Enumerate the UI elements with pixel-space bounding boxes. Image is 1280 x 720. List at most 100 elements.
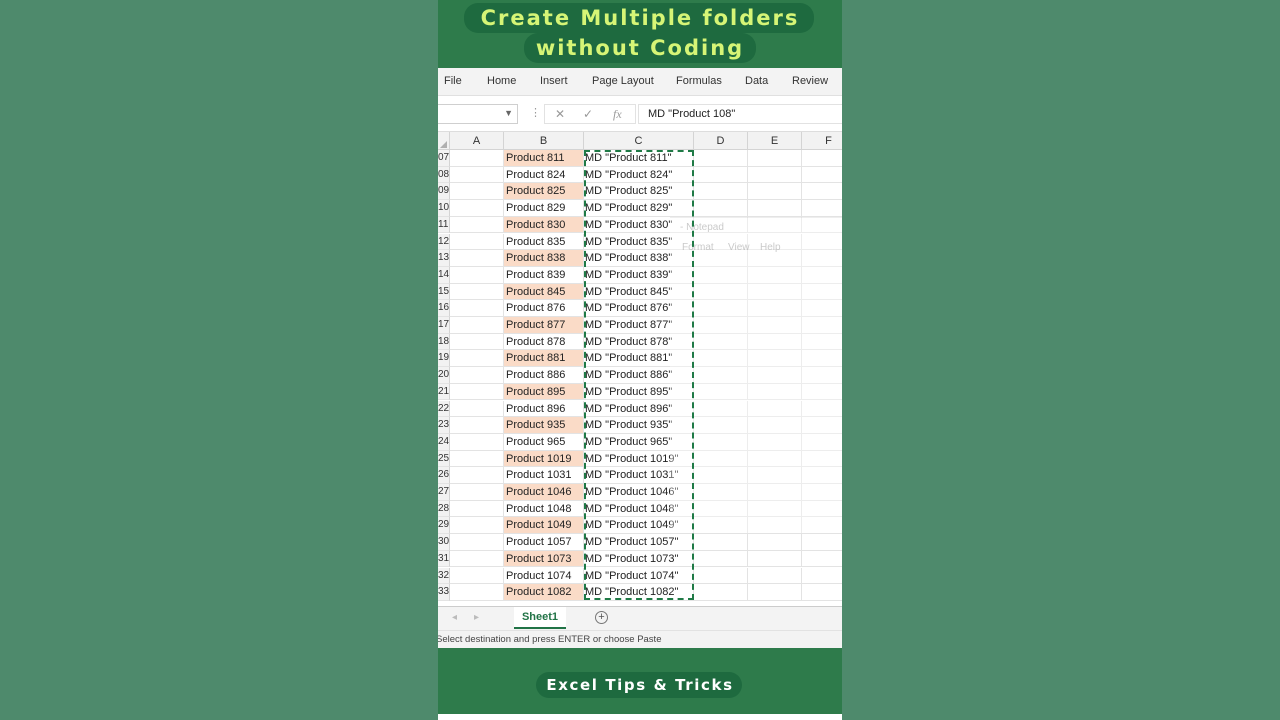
cell-d[interactable] [694, 534, 748, 551]
cell-f[interactable] [802, 200, 842, 217]
row-number[interactable]: 26 [438, 467, 450, 484]
row-number[interactable]: 10 [438, 200, 450, 217]
cell-b[interactable]: Product 1031 [504, 467, 584, 484]
spreadsheet-grid[interactable]: A B C D E F 07 Product 811 MD "Product 811… [438, 132, 842, 606]
select-all-corner[interactable] [438, 132, 450, 150]
cell-a[interactable] [450, 300, 504, 317]
cell-b[interactable]: Product 896 [504, 400, 584, 418]
cell-a[interactable] [450, 266, 504, 284]
cell-c[interactable]: MD "Product 824" [584, 166, 694, 184]
cell-d[interactable] [694, 183, 748, 201]
cell-b[interactable]: Product 825 [504, 183, 584, 201]
row-number[interactable]: 27 [438, 484, 450, 501]
row-number[interactable]: 18 [438, 333, 450, 351]
tab-insert[interactable]: Insert [540, 75, 568, 87]
cell-f[interactable] [802, 568, 842, 585]
cell-b[interactable]: Product 811 [504, 150, 584, 167]
cell-e[interactable] [748, 183, 802, 201]
tab-data[interactable]: Data [745, 75, 768, 87]
cell-d[interactable] [694, 166, 748, 184]
cell-a[interactable] [450, 417, 504, 434]
row-number[interactable]: 09 [438, 183, 450, 201]
tab-file[interactable]: File [444, 75, 462, 87]
cell-b[interactable]: Product 1049 [504, 517, 584, 535]
cell-a[interactable] [450, 400, 504, 418]
tab-sheet1[interactable]: Sheet1 [514, 607, 566, 629]
cell-d[interactable] [694, 584, 748, 601]
tab-home[interactable]: Home [487, 75, 516, 87]
cell-a[interactable] [450, 283, 504, 301]
cell-b[interactable]: Product 1073 [504, 550, 584, 568]
cell-a[interactable] [450, 534, 504, 551]
cell-a[interactable] [450, 500, 504, 518]
cell-b[interactable]: Product 1019 [504, 450, 584, 468]
cell-e[interactable] [748, 150, 802, 167]
cell-b[interactable]: Product 1057 [504, 534, 584, 551]
cell-a[interactable] [450, 350, 504, 368]
cell-a[interactable] [450, 166, 504, 184]
enter-icon[interactable]: ✓ [583, 107, 593, 121]
cell-b[interactable]: Product 830 [504, 216, 584, 234]
cell-b[interactable]: Product 1074 [504, 567, 584, 585]
cell-a[interactable] [450, 183, 504, 201]
cell-a[interactable] [450, 367, 504, 384]
column-header-f[interactable]: F [802, 132, 842, 150]
row-number[interactable]: 12 [438, 233, 450, 251]
cell-e[interactable] [748, 567, 802, 585]
cell-b[interactable]: Product 1048 [504, 500, 584, 518]
cell-f[interactable] [802, 534, 842, 551]
add-sheet-icon[interactable]: + [595, 611, 608, 624]
cell-b[interactable]: Product 877 [504, 317, 584, 334]
cell-a[interactable] [450, 467, 504, 484]
row-number[interactable]: 23 [438, 417, 450, 434]
cell-c[interactable]: MD "Product 1073" [584, 550, 694, 568]
cell-b[interactable]: Product 829 [504, 200, 584, 217]
cell-b[interactable]: Product 835 [504, 233, 584, 251]
cell-b[interactable]: Product 876 [504, 300, 584, 317]
cell-a[interactable] [450, 517, 504, 535]
column-header-e[interactable]: E [748, 132, 802, 150]
cell-c[interactable]: MD "Product 1074" [584, 567, 694, 585]
cell-f[interactable] [802, 584, 842, 601]
row-number[interactable]: 32 [438, 567, 450, 585]
cell-a[interactable] [450, 567, 504, 585]
cell-c[interactable]: MD "Product 1082" [584, 584, 694, 601]
cell-a[interactable] [450, 250, 504, 267]
cell-e[interactable] [748, 550, 802, 568]
cell-b[interactable]: Product 824 [504, 166, 584, 184]
function-icon[interactable]: fx [613, 107, 622, 122]
row-number[interactable]: 33 [438, 584, 450, 601]
column-header-c[interactable]: C [584, 132, 694, 150]
row-number[interactable]: 21 [438, 383, 450, 401]
cell-b[interactable]: Product 886 [504, 367, 584, 384]
column-header-a[interactable]: A [450, 132, 504, 150]
cell-a[interactable] [450, 216, 504, 234]
cell-a[interactable] [450, 200, 504, 217]
row-number[interactable]: 15 [438, 283, 450, 301]
cell-b[interactable]: Product 839 [504, 266, 584, 284]
cell-c[interactable]: MD "Product 829" [584, 200, 694, 217]
cell-e[interactable] [748, 166, 802, 184]
formula-input[interactable]: MD "Product 108" [638, 104, 842, 124]
scroll-left-icon[interactable]: ◂ [452, 612, 457, 623]
cell-b[interactable]: Product 935 [504, 417, 584, 434]
row-number[interactable]: 19 [438, 350, 450, 368]
row-number[interactable]: 30 [438, 534, 450, 551]
tab-page-layout[interactable]: Page Layout [592, 75, 654, 87]
cell-b[interactable]: Product 838 [504, 250, 584, 267]
row-number[interactable]: 13 [438, 250, 450, 267]
cell-a[interactable] [450, 550, 504, 568]
row-number[interactable]: 17 [438, 317, 450, 334]
row-number[interactable]: 07 [438, 150, 450, 167]
cell-b[interactable]: Product 845 [504, 283, 584, 301]
cell-c[interactable]: MD "Product 825" [584, 183, 694, 201]
tab-formulas[interactable]: Formulas [676, 75, 722, 87]
chevron-down-icon[interactable]: ▼ [504, 108, 513, 118]
cell-b[interactable]: Product 1082 [504, 584, 584, 601]
row-number[interactable]: 08 [438, 166, 450, 184]
cell-f[interactable] [802, 150, 842, 167]
column-header-b[interactable]: B [504, 132, 584, 150]
cell-b[interactable]: Product 881 [504, 350, 584, 368]
row-number[interactable]: 14 [438, 266, 450, 284]
column-header-d[interactable]: D [694, 132, 748, 150]
